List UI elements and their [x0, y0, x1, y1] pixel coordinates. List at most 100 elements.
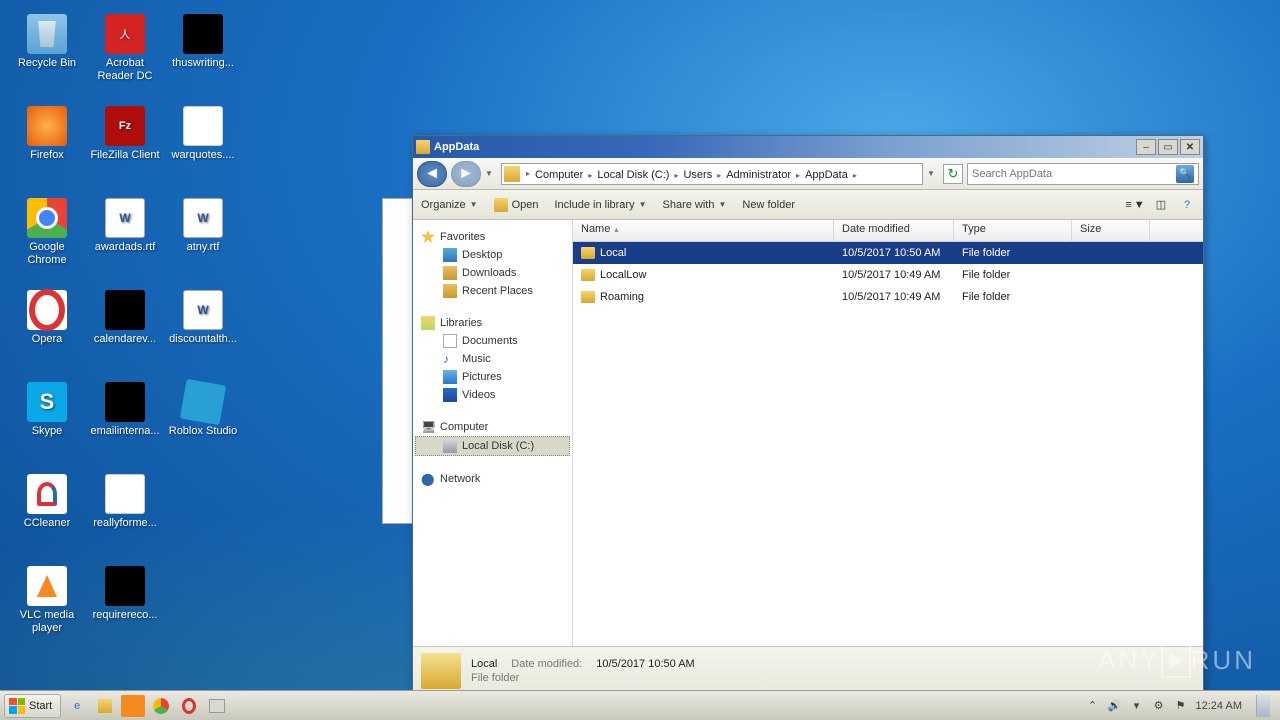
open-button[interactable]: Open — [494, 198, 539, 212]
taskbar-chrome[interactable] — [149, 695, 173, 717]
opera-icon — [27, 290, 67, 330]
desktop: Recycle Bin人Acrobat Reader DCthuswriting… — [8, 8, 258, 652]
taskbar-explorer[interactable] — [93, 695, 117, 717]
tray-icon[interactable]: ⚙ — [1152, 699, 1166, 713]
desktop-icon[interactable]: Opera — [8, 284, 86, 376]
word-icon: W — [183, 198, 223, 238]
nav-desktop[interactable]: Desktop — [415, 246, 570, 264]
sort-asc-icon: ▴ — [614, 225, 618, 234]
desktop-icon[interactable]: Google Chrome — [8, 192, 86, 284]
desktop-icon[interactable]: 人Acrobat Reader DC — [86, 8, 164, 100]
recycle-icon — [27, 14, 67, 54]
breadcrumb-segment[interactable]: Local Disk (C:) — [594, 169, 672, 181]
window-title: AppData — [434, 141, 1134, 153]
show-desktop-button[interactable] — [1256, 695, 1270, 717]
background-window — [382, 198, 416, 524]
acrobat-icon: 人 — [105, 14, 145, 54]
desktop-icon[interactable]: SSkype — [8, 376, 86, 468]
tray-dropdown[interactable]: ▾ — [1130, 699, 1144, 713]
network-group[interactable]: ⬤Network — [415, 470, 570, 488]
file-row[interactable]: LocalLow10/5/2017 10:49 AMFile folder — [573, 264, 1203, 286]
desktop-icon[interactable]: VLC media player — [8, 560, 86, 652]
close-button[interactable]: ✕ — [1180, 139, 1200, 155]
share-menu[interactable]: Share with▼ — [663, 199, 727, 211]
maximize-button[interactable]: ▭ — [1158, 139, 1178, 155]
computer-group[interactable]: 🖥Computer — [415, 418, 570, 436]
desktop-icon-label: requirereco... — [91, 609, 160, 622]
column-type[interactable]: Type — [954, 220, 1072, 241]
nav-videos[interactable]: Videos — [415, 386, 570, 404]
breadcrumb-segment[interactable]: Users — [680, 169, 715, 181]
search-icon[interactable]: 🔍 — [1176, 165, 1194, 183]
preview-pane-button[interactable]: ◫ — [1153, 197, 1169, 213]
breadcrumb-dropdown[interactable]: ▼ — [927, 169, 939, 178]
desktop-icon[interactable]: Firefox — [8, 100, 86, 192]
chevron-right-icon[interactable]: ▸ — [851, 171, 859, 180]
breadcrumb-segment[interactable]: Computer — [532, 169, 586, 181]
taskbar-ie[interactable]: e — [65, 695, 89, 717]
desktop-icon-label: awardads.rtf — [93, 241, 158, 254]
file-row[interactable]: Local10/5/2017 10:50 AMFile folder — [573, 242, 1203, 264]
taskbar-app[interactable] — [205, 695, 229, 717]
include-menu[interactable]: Include in library▼ — [554, 199, 646, 211]
file-name: Roaming — [600, 291, 644, 303]
breadcrumb-segment[interactable]: Administrator — [723, 169, 794, 181]
desktop-icon[interactable]: calendarev... — [86, 284, 164, 376]
desktop-icon[interactable]: warquotes.... — [164, 100, 242, 192]
desktop-icon[interactable]: Watny.rtf — [164, 192, 242, 284]
tray-expand-icon[interactable]: ⌃ — [1086, 699, 1100, 713]
details-date-label: Date modified: — [511, 658, 582, 670]
black-icon — [105, 382, 145, 422]
column-date-modified[interactable]: Date modified — [834, 220, 954, 241]
start-button[interactable]: Start — [4, 694, 61, 718]
taskbar-media[interactable] — [121, 695, 145, 717]
search-input[interactable] — [972, 168, 1176, 180]
clock[interactable]: 12:24 AM — [1196, 700, 1242, 712]
file-row[interactable]: Roaming10/5/2017 10:49 AMFile folder — [573, 286, 1203, 308]
desktop-icon[interactable]: Roblox Studio — [164, 376, 242, 468]
column-size[interactable]: Size — [1072, 220, 1150, 241]
taskbar: Start e ⌃ 🔊 ▾ ⚙ ⚑ 12:24 AM — [0, 690, 1280, 720]
back-button[interactable]: ◄ — [417, 161, 447, 187]
desktop-icon[interactable]: emailinterna... — [86, 376, 164, 468]
search-box[interactable]: 🔍 — [967, 163, 1199, 185]
nav-local-disk[interactable]: Local Disk (C:) — [415, 436, 570, 456]
volume-icon[interactable]: 🔊 — [1108, 699, 1122, 713]
downloads-icon — [443, 266, 457, 280]
breadcrumb-segment[interactable]: AppData — [802, 169, 851, 181]
desktop-icon-label: Opera — [30, 333, 65, 346]
view-menu[interactable]: ≡▼ — [1127, 197, 1143, 213]
desktop-icon[interactable]: reallyforme... — [86, 468, 164, 560]
chrome-icon — [27, 198, 67, 238]
desktop-icon[interactable]: requirereco... — [86, 560, 164, 652]
nav-recent-places[interactable]: Recent Places — [415, 282, 570, 300]
desktop-icon[interactable]: FzFileZilla Client — [86, 100, 164, 192]
desktop-icon[interactable]: Wdiscountalth... — [164, 284, 242, 376]
desktop-icon[interactable]: Recycle Bin — [8, 8, 86, 100]
chevron-right-icon[interactable]: ▸ — [794, 171, 802, 180]
flag-icon[interactable]: ⚑ — [1174, 699, 1188, 713]
breadcrumb[interactable]: ▸ Computer▸Local Disk (C:)▸Users▸Adminis… — [501, 163, 923, 185]
new-folder-button[interactable]: New folder — [742, 199, 795, 211]
desktop-icon[interactable]: CCleaner — [8, 468, 86, 560]
help-button[interactable]: ? — [1179, 197, 1195, 213]
system-tray: ⌃ 🔊 ▾ ⚙ ⚑ 12:24 AM — [1086, 695, 1276, 717]
refresh-button[interactable]: ↻ — [943, 164, 963, 184]
titlebar[interactable]: AppData – ▭ ✕ — [413, 136, 1203, 158]
chevron-right-icon[interactable]: ▸ — [524, 169, 532, 178]
nav-documents[interactable]: Documents — [415, 332, 570, 350]
column-name[interactable]: Name▴ — [573, 220, 834, 241]
minimize-button[interactable]: – — [1136, 139, 1156, 155]
forward-button[interactable]: ► — [451, 161, 481, 187]
details-name: Local — [471, 658, 497, 670]
nav-history-dropdown[interactable]: ▼ — [485, 169, 497, 178]
desktop-icon[interactable]: thuswriting... — [164, 8, 242, 100]
favorites-group[interactable]: Favorites — [415, 228, 570, 246]
organize-menu[interactable]: Organize▼ — [421, 199, 478, 211]
nav-pictures[interactable]: Pictures — [415, 368, 570, 386]
nav-downloads[interactable]: Downloads — [415, 264, 570, 282]
taskbar-opera[interactable] — [177, 695, 201, 717]
libraries-group[interactable]: Libraries — [415, 314, 570, 332]
desktop-icon[interactable]: Wawardads.rtf — [86, 192, 164, 284]
nav-music[interactable]: ♪Music — [415, 350, 570, 368]
